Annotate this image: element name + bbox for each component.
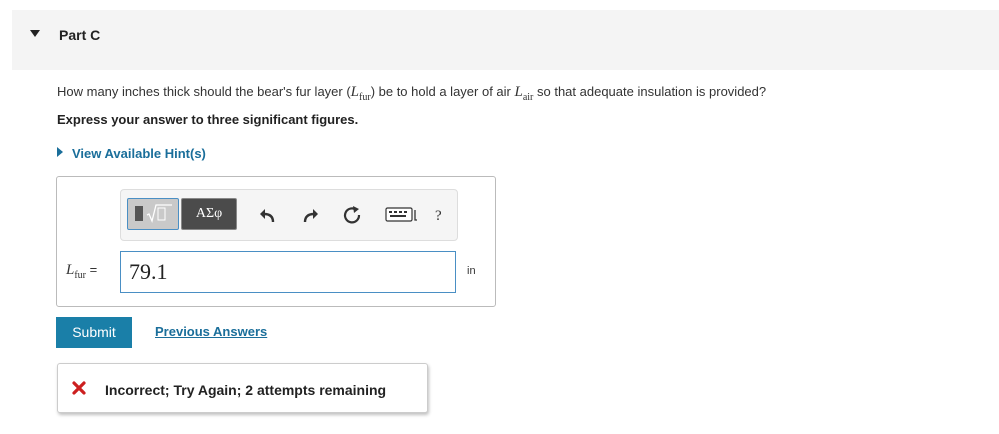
greek-symbols-button[interactable]: ΑΣφ <box>181 198 237 230</box>
answer-variable-label: Lfur = <box>66 262 98 281</box>
help-icon[interactable]: ? <box>435 208 442 225</box>
answer-instruction: Express your answer to three significant… <box>57 112 359 127</box>
undo-icon[interactable] <box>257 204 279 226</box>
collapse-arrow-icon[interactable] <box>30 30 40 37</box>
part-header[interactable] <box>12 10 999 70</box>
previous-answers-link[interactable]: Previous Answers <box>155 324 267 339</box>
view-hints-link[interactable]: View Available Hint(s) <box>57 146 206 161</box>
math-toolbar: ΑΣφ ? <box>120 189 458 241</box>
view-hints-label: View Available Hint(s) <box>72 146 206 161</box>
feedback-text: Incorrect; Try Again; 2 attempts remaini… <box>105 382 387 398</box>
question-text: How many inches thick should the bear's … <box>57 84 767 103</box>
part-title: Part C <box>59 27 101 43</box>
submit-button[interactable]: Submit <box>56 317 132 348</box>
incorrect-x-icon <box>72 381 86 395</box>
var-lair: Lair <box>514 84 534 103</box>
var-lfur: Lfur <box>350 84 371 103</box>
redo-icon[interactable] <box>299 204 321 226</box>
templates-button[interactable] <box>127 198 179 230</box>
answer-input[interactable]: 79.1 <box>120 251 456 293</box>
reset-icon[interactable] <box>341 204 363 226</box>
caret-right-icon <box>57 147 63 157</box>
templates-icon <box>135 204 172 224</box>
keyboard-icon[interactable] <box>385 207 419 223</box>
unit-label: in <box>467 265 476 277</box>
feedback-box: Incorrect; Try Again; 2 attempts remaini… <box>57 363 428 413</box>
